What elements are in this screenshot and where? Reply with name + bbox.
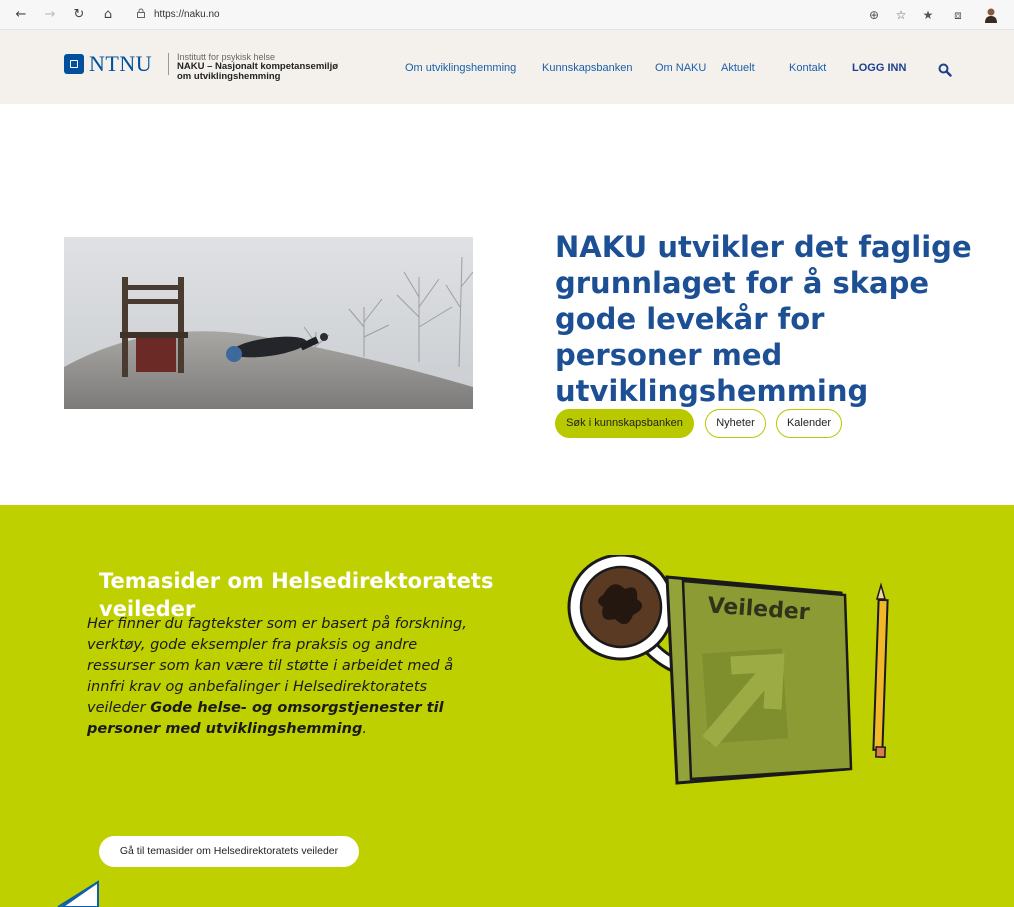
nav-kontakt[interactable]: Kontakt — [789, 62, 826, 74]
ntnu-logo-icon — [64, 54, 84, 74]
favorite-icon[interactable]: ☆ — [893, 6, 909, 24]
guide-description: Her finner du fagtekster som er basert p… — [87, 614, 472, 740]
pencil-icon — [872, 582, 889, 758]
calendar-button[interactable]: Kalender — [776, 409, 842, 438]
guide-topics-button[interactable]: Gå til temasider om Helsedirektoratets v… — [99, 836, 359, 867]
forward-icon[interactable]: → — [41, 6, 59, 24]
unit-name-line2: om utviklingshemming — [177, 71, 281, 82]
logo-text: NTNU — [89, 51, 153, 76]
institute-block[interactable]: Institutt for psykisk helse NAKU – Nasjo… — [177, 52, 377, 82]
collections-icon[interactable]: ⧈ — [950, 6, 966, 24]
lock-icon — [137, 8, 145, 18]
back-icon[interactable]: ← — [12, 6, 30, 24]
address-bar[interactable]: https://naku.no — [136, 5, 836, 25]
hero-title: NAKU utvikler det faglige grunnlaget for… — [555, 230, 972, 408]
browser-toolbar: ← → ↻ ⌂ https://naku.no ⊕ ☆ ★ ⧈ — [0, 0, 1014, 30]
site-header: NTNU Institutt for psykisk helse NAKU – … — [0, 30, 1014, 104]
guide-illustration: Veileder — [567, 555, 889, 785]
nav-aktuelt[interactable]: Aktuelt — [721, 62, 755, 74]
guide-description-end: . — [362, 721, 367, 737]
search-icon[interactable] — [938, 63, 952, 77]
ntnu-logo[interactable]: NTNU — [64, 51, 153, 76]
nav-om-utviklingshemming[interactable]: Om utviklingshemming — [405, 62, 516, 74]
favorites-list-icon[interactable]: ★ — [920, 6, 936, 24]
nav-logg-inn[interactable]: LOGG INN — [852, 62, 906, 74]
search-knowledge-bank-button[interactable]: Søk i kunnskapsbanken — [555, 409, 694, 438]
profile-icon[interactable] — [984, 7, 998, 23]
hero-photo — [64, 237, 473, 409]
nav-om-naku[interactable]: Om NAKU — [655, 62, 706, 74]
news-button[interactable]: Nyheter — [705, 409, 766, 438]
book-icon: Veileder — [665, 575, 853, 785]
logo-divider — [168, 53, 169, 75]
mouse-pointer-icon — [57, 880, 99, 907]
home-icon[interactable]: ⌂ — [99, 6, 117, 24]
zoom-icon[interactable]: ⊕ — [866, 6, 882, 24]
reload-icon[interactable]: ↻ — [70, 6, 88, 24]
address-text: https://naku.no — [154, 9, 220, 20]
nav-kunnskapsbanken[interactable]: Kunnskapsbanken — [542, 62, 633, 74]
